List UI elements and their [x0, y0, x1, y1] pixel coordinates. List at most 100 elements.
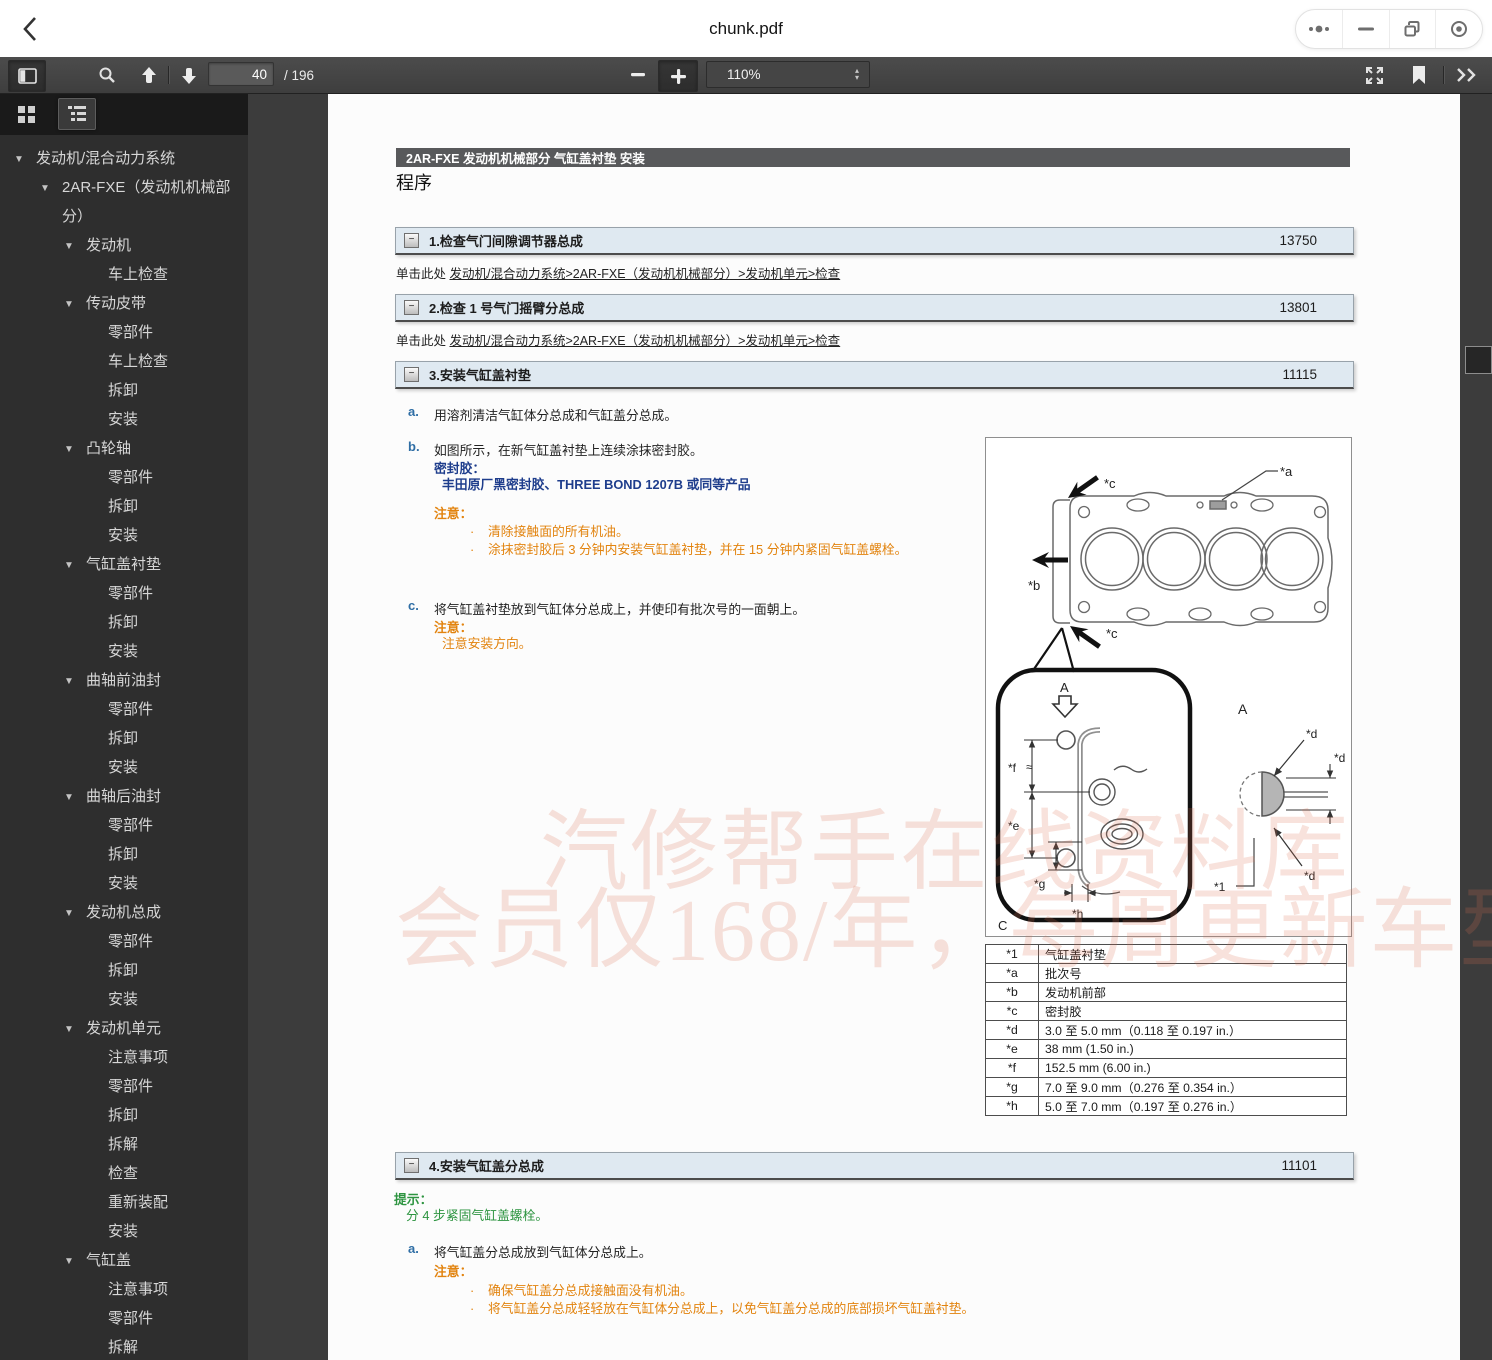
- minimize-button[interactable]: [1342, 10, 1389, 48]
- toc-item[interactable]: ▼ 安装: [0, 1217, 240, 1246]
- restore-button[interactable]: [1389, 10, 1436, 48]
- toc-item[interactable]: ▼ 安装: [0, 869, 240, 898]
- toc-item[interactable]: ▼ 凸轮轴: [0, 434, 240, 463]
- notice-list: · 确保气缸盖分总成接触面没有机油。 · 将气缸盖分总成轻轻放在气缸体分总成上，…: [470, 1282, 974, 1317]
- expand-triangle-icon[interactable]: ▼: [64, 667, 86, 696]
- toc-item[interactable]: ▼ 重新装配: [0, 1188, 240, 1217]
- expand-triangle-icon[interactable]: ▼: [64, 551, 86, 580]
- toc-item[interactable]: ▼ 传动皮带: [0, 289, 240, 318]
- toc-item-label: 零部件: [108, 811, 240, 840]
- fullscreen-button[interactable]: [1356, 60, 1392, 90]
- toc-item[interactable]: ▼ 零部件: [0, 927, 240, 956]
- toc-item[interactable]: ▼ 零部件: [0, 1072, 240, 1101]
- sidebar-toggle-button[interactable]: [8, 60, 46, 92]
- more-tools-button[interactable]: [1448, 60, 1486, 90]
- step-text: 将气缸盖衬垫放到气缸体分总成上，并使印有批次号的一面朝上。: [434, 599, 805, 618]
- toc-item[interactable]: ▼ 车上检查: [0, 347, 240, 376]
- toc-item[interactable]: ▼ 零部件: [0, 463, 240, 492]
- toc-item[interactable]: ▼ 车上检查: [0, 260, 240, 289]
- toc-item[interactable]: ▼ 拆卸: [0, 840, 240, 869]
- collapse-minus-icon[interactable]: −: [404, 1158, 419, 1173]
- toc-item[interactable]: ▼ 注意事项: [0, 1275, 240, 1304]
- figure-label-b: *b: [1028, 578, 1040, 593]
- toc-item[interactable]: ▼ 零部件: [0, 318, 240, 347]
- step-header-4[interactable]: − 4.安装气缸盖分总成 11101: [395, 1152, 1354, 1180]
- toc-item[interactable]: ▼ 安装: [0, 521, 240, 550]
- notice-label: 注意：: [434, 1261, 472, 1280]
- figure-label-A: A: [1238, 701, 1248, 717]
- toc-item[interactable]: ▼ 检查: [0, 1159, 240, 1188]
- table-row: *e 38 mm (1.50 in.): [986, 1040, 1347, 1059]
- toc-item[interactable]: ▼ 拆卸: [0, 956, 240, 985]
- expand-triangle-icon[interactable]: ▼: [14, 145, 36, 174]
- toc-item[interactable]: ▼ 气缸盖衬垫: [0, 550, 240, 579]
- procedure-link[interactable]: 发动机/混合动力系统>2AR-FXE（发动机机械部分）>发动机单元>检查: [450, 267, 841, 281]
- expand-triangle-icon[interactable]: ▼: [64, 290, 86, 319]
- scrollbar-thumb[interactable]: [1465, 346, 1492, 374]
- toc-item[interactable]: ▼ 安装: [0, 985, 240, 1014]
- toc-item-label: 车上检查: [108, 347, 240, 376]
- step-label: 1.检查气门间隙调节器总成: [429, 231, 583, 250]
- procedure-link[interactable]: 发动机/混合动力系统>2AR-FXE（发动机机械部分）>发动机单元>检查: [450, 334, 841, 348]
- toc-item[interactable]: ▼ 安装: [0, 753, 240, 782]
- step-header-2[interactable]: − 2.检查 1 号气门摇臂分总成 13801: [395, 294, 1354, 322]
- more-button[interactable]: [1296, 10, 1342, 48]
- toc-item-label: 发动机总成: [86, 898, 240, 927]
- toc-item[interactable]: ▼ 拆解: [0, 1130, 240, 1159]
- sidebar-panel-icon: [18, 68, 37, 84]
- window-title: chunk.pdf: [0, 0, 1492, 57]
- toc-item[interactable]: ▼ 拆卸: [0, 492, 240, 521]
- sidebar-header: [0, 93, 248, 135]
- zoom-out-button[interactable]: [620, 60, 656, 90]
- step-letter: a.: [408, 404, 419, 419]
- bookmark-button[interactable]: [1402, 60, 1436, 90]
- collapse-minus-icon[interactable]: −: [404, 300, 419, 315]
- expand-triangle-icon[interactable]: ▼: [64, 783, 86, 812]
- toc-item[interactable]: ▼ 零部件: [0, 579, 240, 608]
- thumbnails-button[interactable]: [8, 99, 44, 129]
- toc-item[interactable]: ▼ 拆卸: [0, 1101, 240, 1130]
- step-header-3[interactable]: − 3.安装气缸盖衬垫 11115: [395, 361, 1354, 389]
- toc-item[interactable]: ▼ 曲轴后油封: [0, 782, 240, 811]
- toc-item-label: 零部件: [108, 927, 240, 956]
- toc-item[interactable]: ▼ 2AR-FXE（发动机机械部分）: [0, 173, 240, 231]
- toc-item[interactable]: ▼ 发动机总成: [0, 898, 240, 927]
- zoom-select[interactable]: 110% ▴▾: [706, 61, 870, 88]
- table-row: *c 密封胶: [986, 1002, 1347, 1021]
- click-here-label: 单击此处: [396, 267, 446, 281]
- toc-item[interactable]: ▼ 拆卸: [0, 724, 240, 753]
- toc-item[interactable]: ▼ 拆卸: [0, 376, 240, 405]
- toc-item[interactable]: ▼ 注意事项: [0, 1043, 240, 1072]
- toc-item[interactable]: ▼ 拆卸: [0, 608, 240, 637]
- expand-triangle-icon[interactable]: ▼: [64, 435, 86, 464]
- toc-item[interactable]: ▼ 发动机: [0, 231, 240, 260]
- toc-item[interactable]: ▼ 发动机单元: [0, 1014, 240, 1043]
- expand-triangle-icon[interactable]: ▼: [64, 899, 86, 928]
- notice-label: 注意：: [434, 503, 472, 522]
- toc-item[interactable]: ▼ 发动机/混合动力系统: [0, 144, 240, 173]
- toc-item[interactable]: ▼ 拆解: [0, 1333, 240, 1360]
- expand-triangle-icon[interactable]: ▼: [40, 174, 62, 203]
- expand-triangle-icon[interactable]: ▼: [64, 1247, 86, 1276]
- step-header-1[interactable]: − 1.检查气门间隙调节器总成 13750: [395, 227, 1354, 255]
- toc-item[interactable]: ▼ 安装: [0, 405, 240, 434]
- outline-button[interactable]: [58, 98, 96, 130]
- legend-key: *h: [986, 1097, 1039, 1116]
- toc-item[interactable]: ▼ 安装: [0, 637, 240, 666]
- search-button[interactable]: [90, 60, 124, 90]
- expand-triangle-icon[interactable]: ▼: [64, 1015, 86, 1044]
- collapse-minus-icon[interactable]: −: [404, 233, 419, 248]
- previous-page-button[interactable]: [132, 60, 166, 90]
- next-page-button[interactable]: [172, 60, 206, 90]
- toc-item[interactable]: ▼ 零部件: [0, 695, 240, 724]
- zoom-in-button[interactable]: [658, 60, 698, 92]
- expand-triangle-icon[interactable]: ▼: [64, 232, 86, 261]
- toc-item[interactable]: ▼ 曲轴前油封: [0, 666, 240, 695]
- page-number-input[interactable]: [208, 62, 274, 86]
- collapse-minus-icon[interactable]: −: [404, 367, 419, 382]
- toc-item[interactable]: ▼ 零部件: [0, 811, 240, 840]
- focus-button[interactable]: [1435, 10, 1482, 48]
- toc-item[interactable]: ▼ 零部件: [0, 1304, 240, 1333]
- toc-item[interactable]: ▼ 气缸盖: [0, 1246, 240, 1275]
- notice-item: · 涂抹密封胶后 3 分钟内安装气缸盖衬垫，并在 15 分钟内紧固气缸盖螺栓。: [470, 541, 907, 559]
